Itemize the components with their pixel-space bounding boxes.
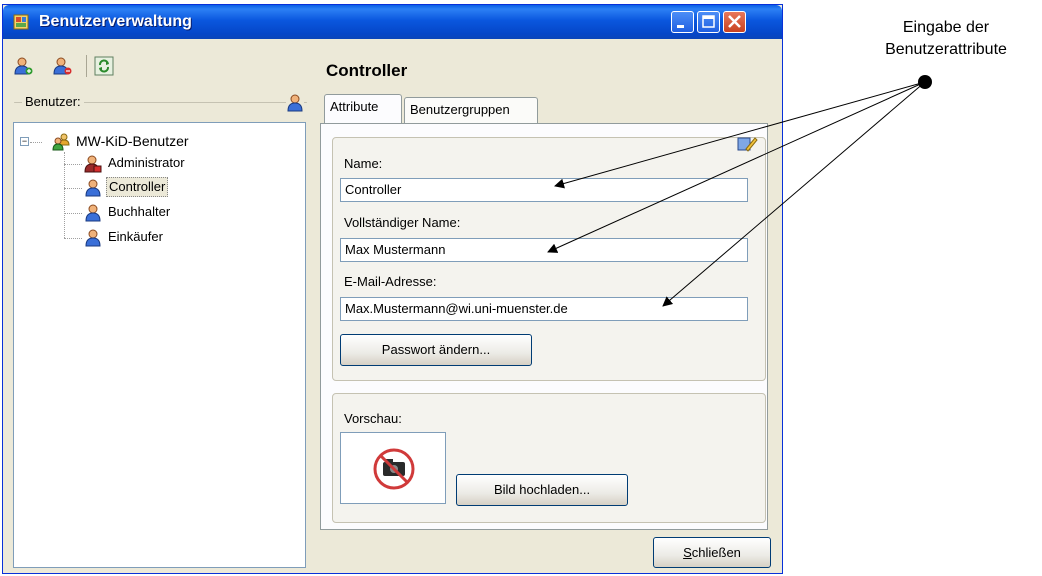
user-icon	[85, 204, 101, 222]
close-button-mnemonic: S	[683, 545, 692, 560]
user-icon	[286, 94, 304, 112]
edit-icon[interactable]	[736, 133, 758, 153]
tree-item-label: Buchhalter	[108, 204, 171, 219]
window-title: Benutzerverwaltung	[39, 13, 192, 30]
tree-root-label: MW-KiD-Benutzer	[76, 133, 189, 149]
annotation-line-2: Benutzerattribute	[885, 41, 1007, 58]
user-group-icon	[52, 133, 70, 151]
email-label: E-Mail-Adresse:	[344, 274, 437, 289]
tree-item-label: Einkäufer	[108, 229, 163, 244]
upload-image-button[interactable]: Bild hochladen...	[456, 474, 628, 506]
close-button-text: chließen	[691, 545, 741, 560]
tree-item-label: Controller	[106, 177, 169, 197]
user-icon	[85, 179, 101, 197]
name-input[interactable]: Controller	[340, 178, 748, 202]
tree-connector	[30, 142, 42, 143]
annotation-line-1: Eingabe der	[902, 19, 990, 36]
maximize-icon	[702, 15, 715, 28]
close-window-button[interactable]	[723, 11, 746, 33]
refresh-icon[interactable]	[94, 56, 114, 76]
preview-label: Vorschau:	[344, 411, 402, 426]
tree-connector	[64, 188, 82, 189]
maximize-button[interactable]	[697, 11, 720, 33]
user-heading: Controller	[326, 61, 408, 80]
add-user-icon[interactable]	[13, 56, 33, 76]
tab-benutzergruppen[interactable]: Benutzergruppen	[404, 97, 538, 123]
close-button[interactable]: Schließen	[653, 537, 771, 568]
toolbar-separator	[86, 55, 87, 77]
name-label: Name:	[344, 156, 383, 171]
remove-user-icon[interactable]	[52, 56, 72, 76]
fullname-label: Vollständiger Name:	[344, 215, 461, 230]
admin-user-icon	[84, 155, 102, 173]
tree-connector	[64, 238, 82, 239]
title-bar[interactable]: Benutzerverwaltung	[3, 5, 782, 39]
close-icon	[728, 15, 741, 28]
fullname-input[interactable]: Max Mustermann	[340, 238, 748, 262]
minimize-button[interactable]	[671, 11, 694, 33]
tree-item-label: Administrator	[108, 155, 185, 170]
no-camera-icon	[373, 448, 415, 490]
tree-collapse-toggle[interactable]: −	[20, 137, 29, 146]
email-input[interactable]: Max.Mustermann@wi.uni-muenster.de	[340, 297, 748, 321]
annotation-callout: Eingabe der Benutzerattribute	[858, 17, 1034, 61]
annotation-anchor-dot	[918, 75, 932, 89]
tab-attribute[interactable]: Attribute	[324, 94, 402, 123]
change-password-button[interactable]: Passwort ändern...	[340, 334, 532, 366]
preview-image-frame	[340, 432, 446, 504]
minimize-icon	[677, 25, 684, 28]
tree-connector	[64, 164, 82, 165]
user-icon	[85, 229, 101, 247]
app-icon	[13, 14, 29, 30]
users-group-label: Benutzer:	[22, 94, 84, 109]
tree-connector	[64, 213, 82, 214]
